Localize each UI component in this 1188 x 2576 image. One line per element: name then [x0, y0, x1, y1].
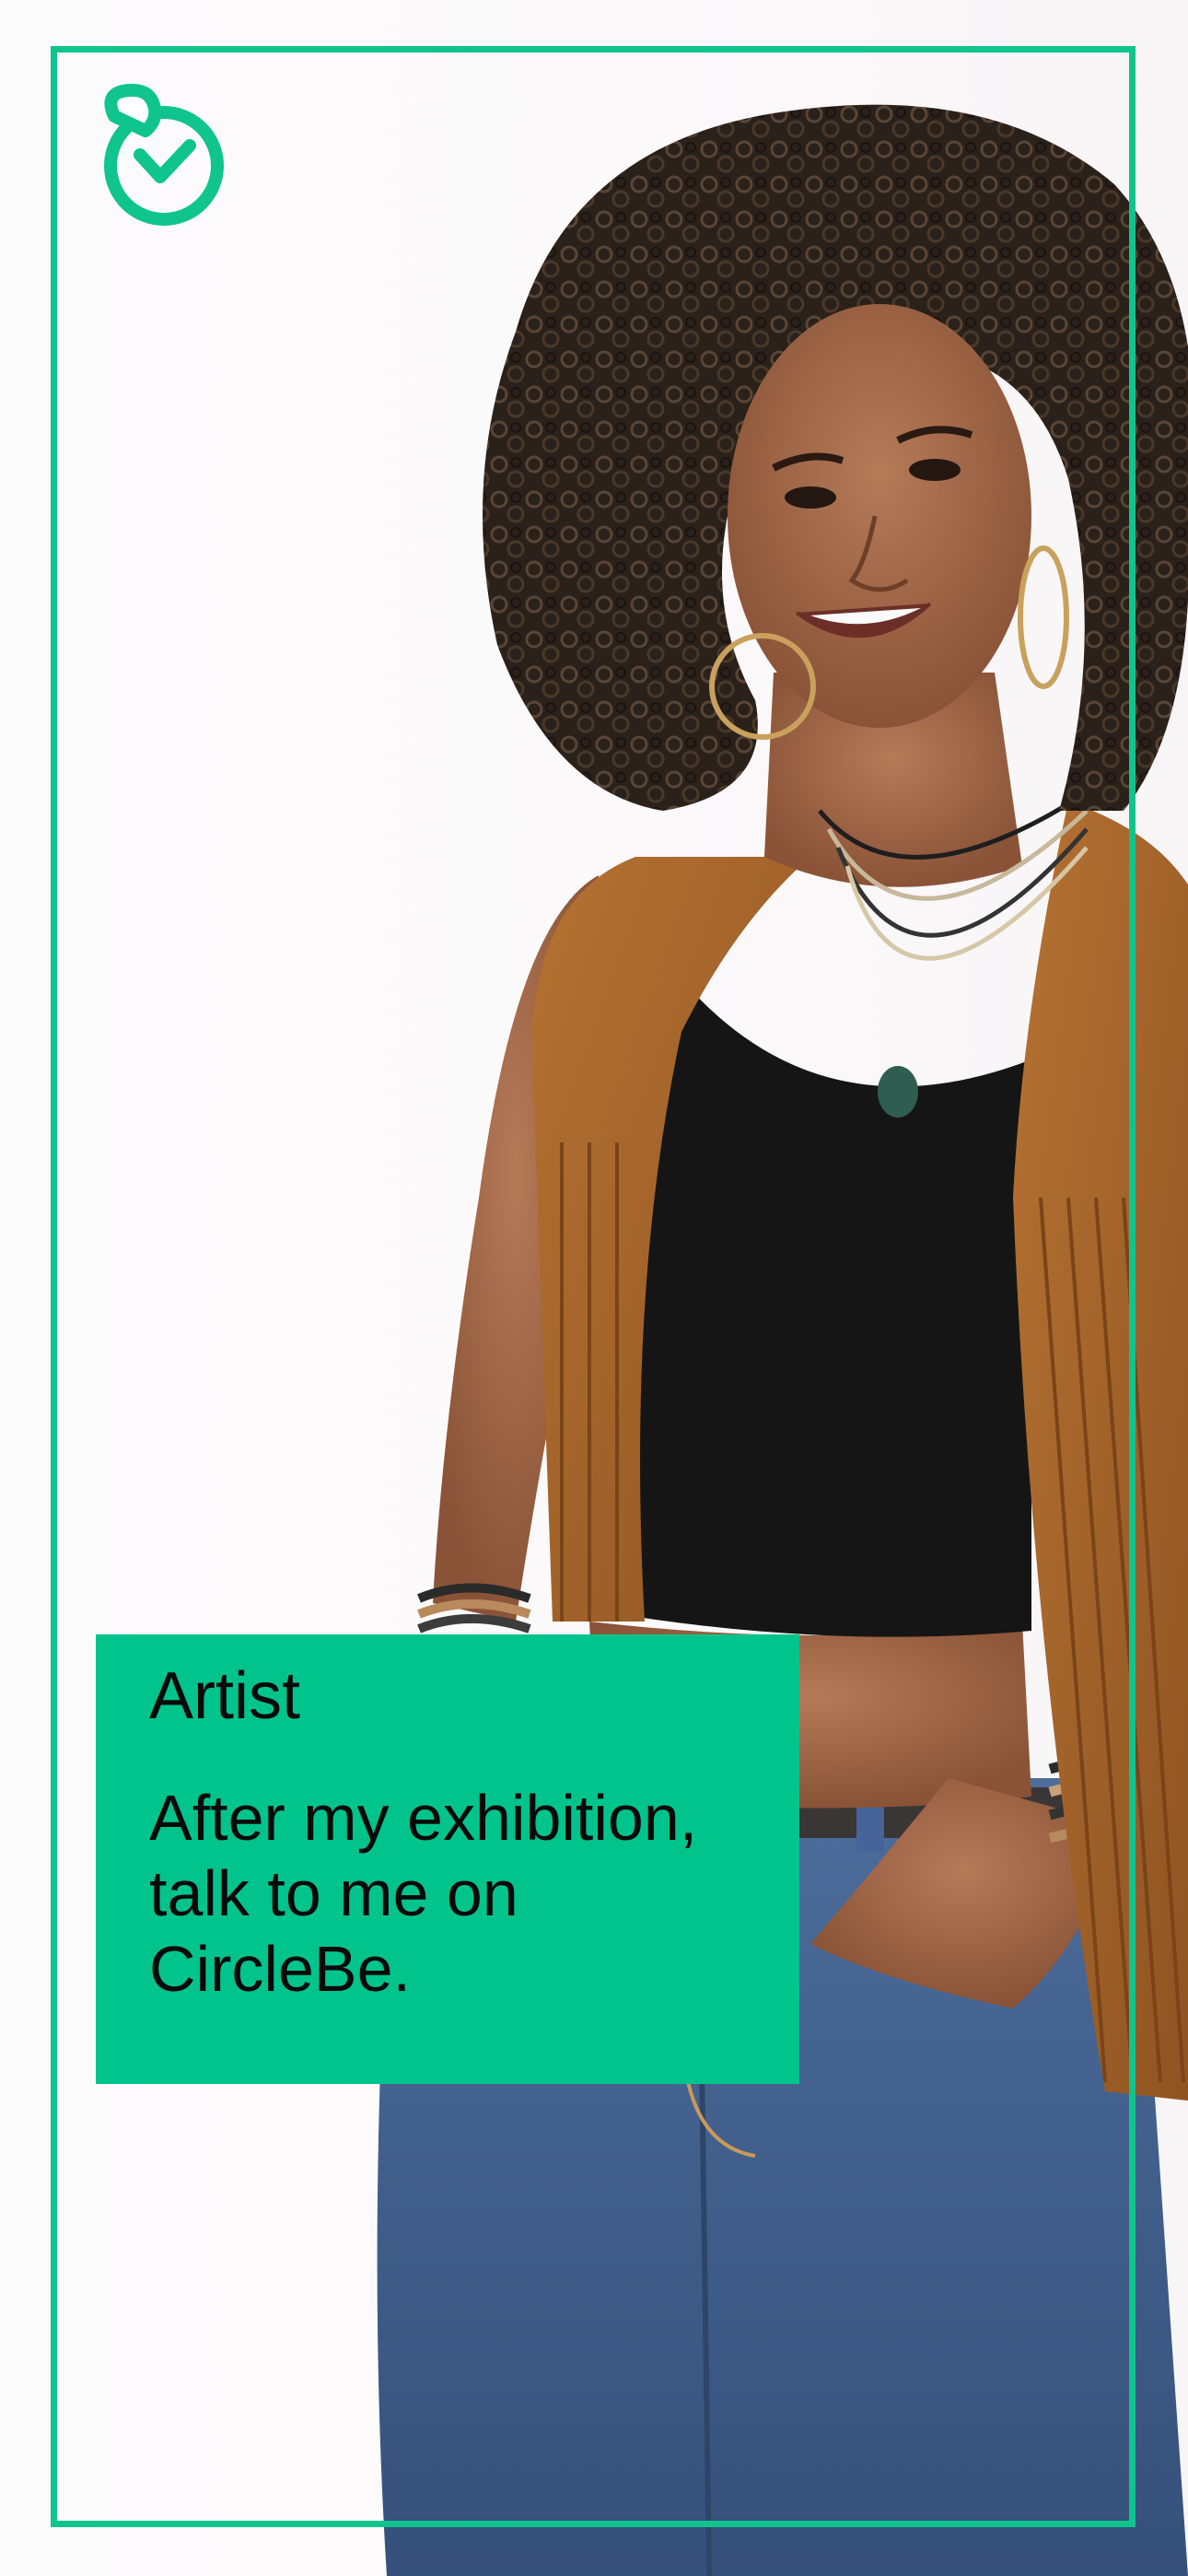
ad-screen: Artist After my exhibition, talk to me o…	[0, 0, 1188, 2576]
portrait-photo	[377, 104, 1188, 2576]
circlebe-logo-icon	[104, 83, 224, 226]
role-title: Artist	[149, 1659, 301, 1733]
caption-card: Artist After my exhibition, talk to me o…	[96, 1634, 799, 2084]
card-message: After my exhibition, talk to me on Circl…	[149, 1781, 698, 2005]
